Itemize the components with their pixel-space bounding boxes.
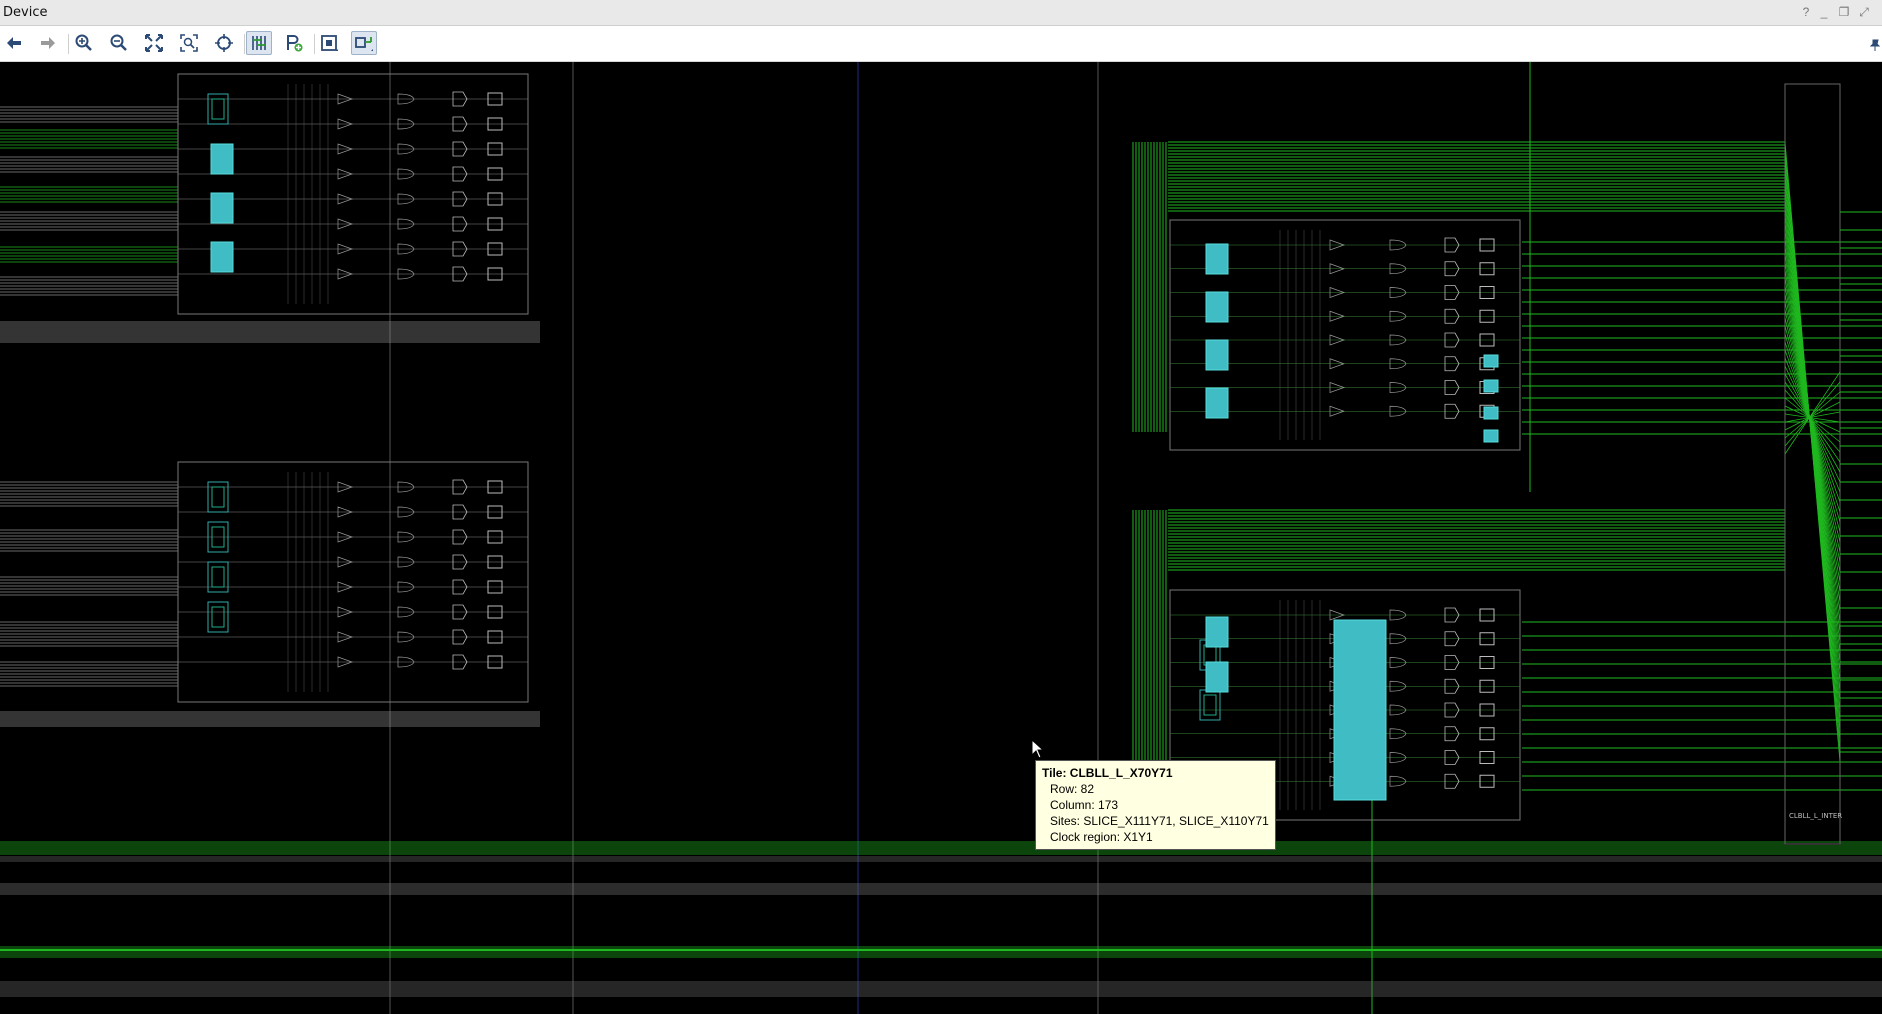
slice-tile-upper-left	[177, 73, 529, 315]
selected-cell	[1333, 619, 1387, 801]
window-title: Device	[3, 5, 48, 20]
zoom-fit-icon	[145, 34, 163, 52]
interconnect-pip	[1784, 373, 1841, 473]
selected-cell	[1483, 354, 1499, 368]
add-pblock-button[interactable]	[281, 31, 307, 55]
selected-cell	[1483, 379, 1499, 393]
forward-button[interactable]	[35, 31, 61, 55]
routing-resources-icon	[252, 36, 266, 50]
back-arrow-icon	[7, 37, 21, 49]
zoom-in-icon	[75, 34, 92, 51]
lut-core	[211, 566, 225, 588]
selected-cell	[210, 192, 234, 224]
selected-cell	[210, 241, 234, 273]
toolbar-separator	[68, 34, 69, 54]
crosshair-button[interactable]	[211, 31, 237, 55]
slice-tile-lower-left	[177, 461, 529, 703]
tile-boundary	[177, 461, 529, 703]
forward-arrow-icon	[41, 37, 55, 49]
routing-resources-button[interactable]	[246, 31, 272, 55]
tooltip-sites: Sites: SLICE_X111Y71, SLICE_X110Y71	[1050, 814, 1269, 828]
add-pblock-icon	[287, 35, 303, 52]
zoom-in-button[interactable]	[71, 31, 97, 55]
selected-cell	[1205, 387, 1229, 419]
selected-cell	[1205, 243, 1229, 275]
back-button[interactable]	[1, 31, 27, 55]
site-view-button[interactable]	[316, 31, 342, 55]
tile-view-icon	[355, 37, 373, 51]
interconnect-pip	[1784, 365, 1841, 483]
lut-core	[211, 98, 225, 120]
zoom-area-icon	[180, 34, 198, 52]
device-schematic[interactable]	[0, 62, 1882, 1014]
selected-cell	[1483, 429, 1499, 443]
pin-icon[interactable]	[1869, 38, 1881, 51]
restore-icon[interactable]: ❐	[1836, 5, 1852, 19]
selected-cell	[1205, 661, 1229, 693]
lut-core	[211, 486, 225, 508]
zoom-fit-button[interactable]	[141, 31, 167, 55]
zoom-out-icon	[110, 34, 127, 51]
selected-cell	[1205, 291, 1229, 323]
selected-cell	[1483, 406, 1499, 420]
lut-core	[211, 606, 225, 628]
selected-cell	[210, 143, 234, 175]
interconnect-tile-label: CLBLL_L_INTER	[1789, 812, 1843, 820]
tile-view-button[interactable]	[351, 31, 377, 55]
crosshair-icon	[215, 34, 233, 52]
help-icon[interactable]: ?	[1798, 5, 1814, 19]
tooltip-column: Column: 173	[1050, 798, 1119, 812]
slice-tile-upper-right	[1169, 219, 1521, 451]
window-title-bar: Device ? _ ❐ ⤢	[0, 0, 1882, 26]
tile-tooltip: Tile: CLBLL_L_X70Y71 Row: 82 Column: 173…	[1035, 760, 1276, 850]
tooltip-row: Row: 82	[1050, 782, 1095, 796]
device-canvas[interactable]: CLBLL_L_INTER Tile: CLBLL_L_X70Y71 Row: …	[0, 62, 1882, 1014]
selected-cell	[1205, 616, 1229, 648]
maximize-icon[interactable]: ⤢	[1856, 5, 1872, 20]
device-toolbar	[0, 26, 1882, 62]
interconnect-pip	[1784, 357, 1841, 493]
lut-core	[1203, 694, 1217, 716]
minimize-icon[interactable]: _	[1816, 5, 1832, 19]
zoom-area-button[interactable]	[176, 31, 202, 55]
tooltip-title: Tile: CLBLL_L_X70Y71	[1042, 766, 1173, 780]
site-view-icon	[321, 35, 338, 51]
zoom-out-button[interactable]	[106, 31, 132, 55]
toolbar-separator	[314, 34, 315, 54]
tooltip-clock-region: Clock region: X1Y1	[1050, 830, 1153, 844]
selected-cell	[1205, 339, 1229, 371]
toolbar-separator	[244, 34, 245, 54]
